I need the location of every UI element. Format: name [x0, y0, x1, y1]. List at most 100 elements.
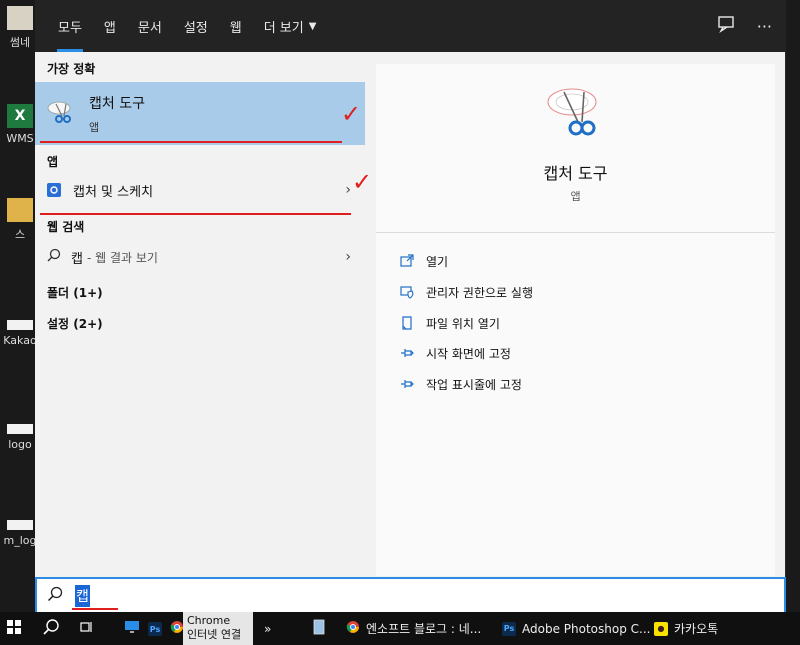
app-detail-pane: 캡처 도구 앱 열기 관리자 권한으로 실행 파일 위치 열기 시작 화면에 고…: [376, 64, 775, 576]
settings-heading[interactable]: 설정 (2+): [35, 315, 103, 332]
windows-logo-icon: [6, 619, 22, 638]
photoshop-icon: Ps: [502, 621, 516, 636]
taskbar: Ps » 엔소프트 블로그 : 네... Ps Adobe Photoshop …: [0, 612, 800, 645]
best-match-item[interactable]: 캡처 도구 앱: [35, 82, 365, 145]
annotation-checkmark: ✓: [341, 100, 362, 128]
desktop-icon[interactable]: logo: [2, 424, 38, 451]
desktop-icon[interactable]: X WMS: [2, 104, 38, 145]
file-location-icon: [400, 316, 414, 330]
tab-label: 앱: [103, 20, 116, 36]
action-label: 열기: [426, 254, 449, 269]
tab-apps[interactable]: 앱: [93, 0, 127, 52]
tab-all[interactable]: 모두: [47, 0, 93, 52]
chevron-right-icon[interactable]: ›: [345, 249, 351, 265]
taskbar-running-chrome[interactable]: 엔소프트 블로그 : 네...: [340, 612, 487, 645]
annotation-underline: [40, 213, 351, 215]
admin-shield-icon: [400, 285, 414, 299]
action-label: 작업 표시줄에 고정: [426, 377, 522, 392]
pin-icon: [400, 346, 414, 360]
desktop-icon-label: Kakao: [3, 334, 37, 347]
tab-documents[interactable]: 문서: [127, 0, 173, 52]
desktop-icon-label: logo: [8, 438, 32, 451]
taskbar-overflow-button[interactable]: »: [264, 612, 271, 645]
action-pin-to-start[interactable]: 시작 화면에 고정: [400, 342, 511, 364]
tab-label: 웹: [229, 20, 242, 36]
web-search-result[interactable]: 캡 - 웹 결과 보기 ›: [35, 242, 365, 272]
web-search-heading: 웹 검색: [47, 220, 85, 234]
task-view-button[interactable]: [80, 612, 94, 645]
taskbar-app-label: 카카오톡: [674, 622, 719, 636]
chevron-down-icon: ▼: [308, 20, 317, 32]
folders-heading[interactable]: 폴더 (1+): [35, 284, 103, 301]
taskbar-app-label: 엔소프트 블로그 : 네...: [366, 622, 482, 636]
snipping-tool-large-icon: [546, 82, 606, 146]
taskbar-running-photoshop[interactable]: Ps Adobe Photoshop C...: [496, 612, 656, 645]
action-run-as-admin[interactable]: 관리자 권한으로 실행: [400, 281, 533, 303]
start-button[interactable]: [6, 612, 22, 645]
desktop-icon-label: m_log: [3, 534, 37, 547]
pin-icon: [400, 377, 414, 391]
web-result-suffix: - 웹 결과 보기: [86, 250, 158, 265]
desktop-icon[interactable]: m_log: [2, 520, 38, 547]
tab-more[interactable]: 더 보기 ▼: [253, 0, 328, 52]
tab-label: 모두: [58, 20, 82, 36]
search-input[interactable]: 캡: [75, 585, 90, 607]
thumbnail-icon: [7, 6, 33, 30]
image-file-icon: [7, 520, 33, 530]
taskbar-pinned-app[interactable]: [170, 612, 184, 645]
detail-title: 캡처 도구: [543, 164, 608, 183]
taskbar-pinned-app[interactable]: Ps: [148, 612, 162, 645]
desktop-icon[interactable]: Kakao: [2, 320, 38, 347]
desktop-icon-label: 스: [14, 228, 26, 241]
annotation-checkmark: ✓: [352, 168, 373, 196]
chrome-tooltip: Chrome 인터넷 연결: [183, 612, 253, 645]
image-file-icon: [7, 320, 33, 330]
desktop-icon[interactable]: 썸네: [2, 6, 38, 50]
divider: [376, 232, 775, 233]
photoshop-icon: Ps: [148, 622, 162, 637]
start-menu: 모두 앱 문서 설정 웹 더 보기 ▼ ··· 가장 정확 캡처 도구 앱 앱 …: [35, 0, 786, 612]
chrome-icon: [346, 620, 360, 637]
tooltip-line: Chrome: [187, 614, 231, 627]
overflow-chevrons: »: [264, 621, 272, 636]
desktop-icon-label: 썸네: [9, 36, 31, 49]
action-open[interactable]: 열기: [400, 250, 448, 272]
chevron-right-icon[interactable]: ›: [345, 182, 351, 198]
action-pin-to-taskbar[interactable]: 작업 표시줄에 고정: [400, 373, 522, 395]
search-results-pane: 가장 정확 캡처 도구 앱 앱 캡처 및 스케치 › 웹 검색 캡 - 웹 결과…: [35, 52, 375, 576]
task-view-icon: [80, 620, 94, 637]
detail-subtitle: 앱: [570, 190, 581, 203]
action-label: 시작 화면에 고정: [426, 346, 511, 361]
action-label: 파일 위치 열기: [426, 316, 500, 331]
tab-label: 더 보기: [263, 20, 304, 36]
search-box[interactable]: 캡: [35, 577, 786, 615]
chrome-icon: [170, 620, 184, 637]
search-filter-tabs: 모두 앱 문서 설정 웹 더 보기 ▼ ···: [35, 0, 786, 52]
action-open-file-location[interactable]: 파일 위치 열기: [400, 312, 500, 334]
best-match-heading: 가장 정확: [47, 62, 96, 76]
web-query-text: 캡: [71, 251, 83, 267]
snipping-tool-icon: [47, 98, 75, 130]
best-match-title: 캡처 도구: [89, 95, 145, 112]
tooltip-line: 인터넷 연결: [187, 628, 242, 641]
taskbar-pinned-app[interactable]: [124, 612, 140, 645]
kakaotalk-icon: ●: [654, 621, 668, 636]
ellipsis-icon[interactable]: ···: [757, 17, 772, 36]
folder-icon: [7, 198, 33, 222]
snip-sketch-icon: [47, 183, 61, 197]
taskbar-running-kakaotalk[interactable]: ● 카카오톡: [648, 612, 724, 645]
feedback-icon[interactable]: [717, 15, 735, 37]
taskbar-search-button[interactable]: [42, 612, 60, 645]
tab-label: 문서: [137, 20, 162, 36]
app-result-snip-sketch[interactable]: 캡처 및 스케치 ›: [35, 175, 365, 205]
desktop-icon[interactable]: 스: [2, 198, 38, 242]
excel-icon: X: [7, 104, 33, 128]
notepad-icon: [312, 619, 326, 638]
tab-web[interactable]: 웹: [219, 0, 253, 52]
tab-settings[interactable]: 설정: [173, 0, 219, 52]
tab-label: 설정: [183, 20, 208, 36]
app-result-label: 캡처 및 스케치: [73, 184, 154, 200]
taskbar-pinned-app[interactable]: [312, 612, 326, 645]
topbar-actions: ···: [717, 0, 772, 52]
open-icon: [400, 254, 414, 268]
